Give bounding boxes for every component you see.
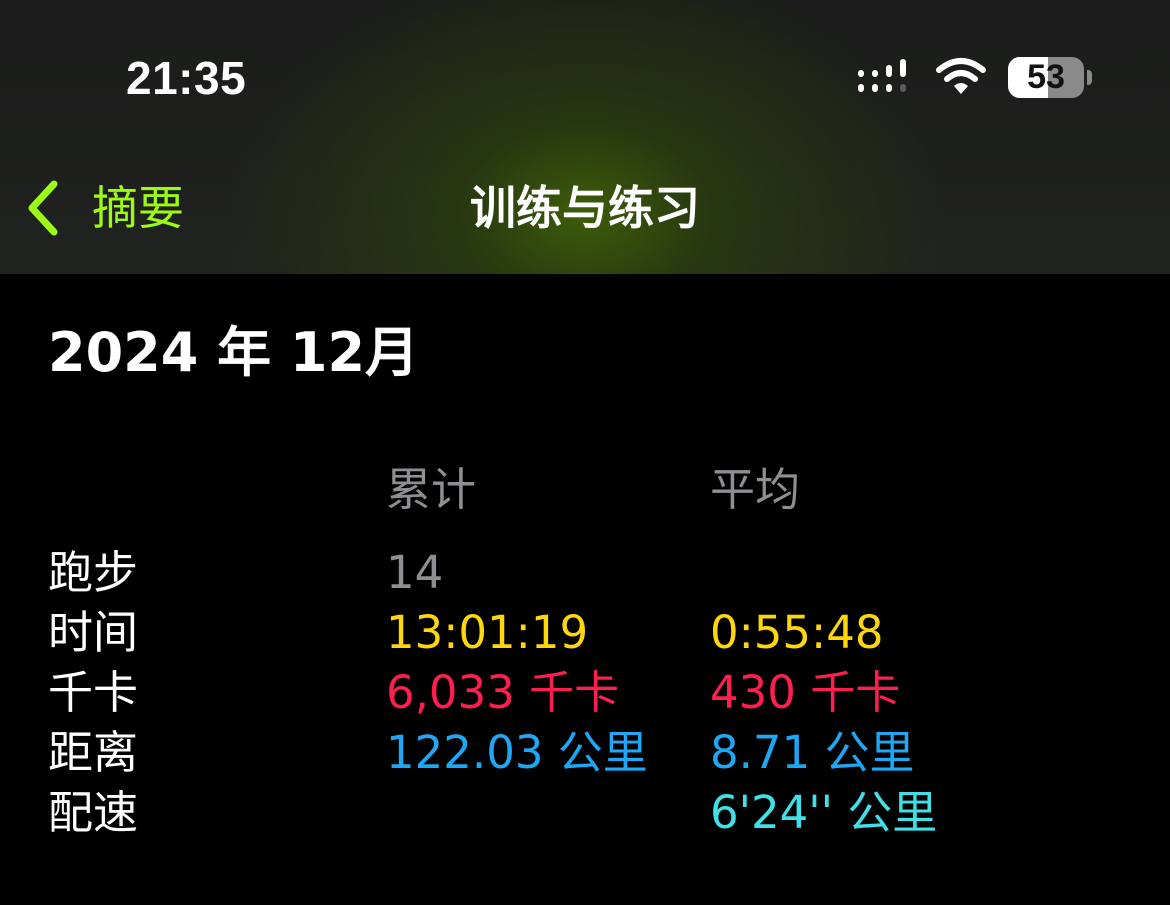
month-heading: 2024 年 12月	[48, 321, 420, 384]
runs-total: 14	[386, 546, 444, 599]
row-label-time: 时间	[48, 606, 139, 659]
calories-average: 430 千卡	[710, 666, 901, 719]
battery-percent: 53	[1027, 58, 1065, 96]
column-header-total: 累计	[386, 463, 477, 516]
calories-total: 6,033 千卡	[386, 666, 620, 719]
row-label-calories: 千卡	[48, 666, 139, 719]
distance-total: 122.03 公里	[386, 726, 648, 779]
row-label-runs: 跑步	[48, 546, 139, 599]
pace-average: 6'24'' 公里	[710, 786, 938, 839]
time-total: 13:01:19	[386, 606, 589, 659]
column-header-average: 平均	[710, 463, 801, 516]
distance-average: 8.71 公里	[710, 726, 915, 779]
battery-icon: 53	[1008, 57, 1084, 98]
row-label-pace: 配速	[48, 786, 139, 839]
cellular-signal-icon	[858, 59, 906, 92]
row-label-distance: 距离	[48, 726, 139, 779]
time-average: 0:55:48	[710, 606, 884, 659]
wifi-icon	[936, 58, 986, 94]
battery-cap	[1087, 70, 1092, 85]
status-bar-time: 21:35	[126, 52, 247, 104]
page-title: 训练与练习	[470, 181, 700, 235]
workouts-screen: 21:35 53 摘要 训练与练习 2024 年 12月 累计 平均 跑步 14…	[0, 0, 1170, 905]
